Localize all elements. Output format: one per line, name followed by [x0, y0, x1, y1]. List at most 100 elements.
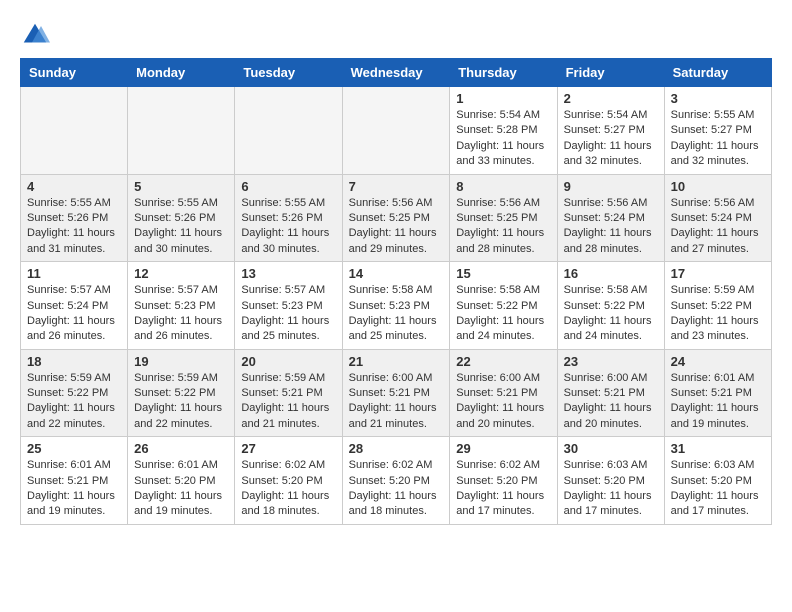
calendar-cell: 17 Sunrise: 5:59 AM Sunset: 5:22 PM Dayli…: [664, 262, 771, 350]
day-number: 10: [671, 179, 765, 194]
calendar-header-sunday: Sunday: [21, 59, 128, 87]
logo: [20, 20, 54, 50]
day-number: 24: [671, 354, 765, 369]
day-number: 4: [27, 179, 121, 194]
calendar-header-friday: Friday: [557, 59, 664, 87]
calendar-cell: 18Sunrise: 5:59 AM Sunset: 5:22 PM Dayli…: [21, 349, 128, 437]
calendar-week-row: 18 Sunrise: 5:59 AM Sunset: 5:22 PM Dayli…: [21, 349, 772, 437]
calendar-cell: 31 Sunrise: 6:03 AM Sunset: 5:20 PM Dayli…: [664, 437, 771, 525]
day-number: 12: [134, 266, 228, 281]
day-info: Sunrise: 5:59 AM Sunset: 5:22 PM Dayligh…: [671, 283, 765, 345]
calendar-cell: 30Sunrise: 6:03 AM Sunset: 5:20 PM Dayli…: [557, 437, 664, 525]
calendar-week-row: 1 Sunrise: 5:54 AM Sunset: 5:28 PM Daylig…: [21, 87, 772, 175]
day-info: Sunrise: 6:03 AM Sunset: 5:20 PM Dayligh…: [671, 458, 765, 520]
calendar-cell: 8 Sunrise: 5:56 AM Sunset: 5:25 PM Daylig…: [450, 174, 557, 262]
day-info: Sunrise: 5:57 AM Sunset: 5:24 PM Dayligh…: [27, 283, 121, 345]
day-number: 14: [349, 266, 444, 281]
calendar-cell: 21Sunrise: 6:00 AM Sunset: 5:21 PM Dayli…: [342, 349, 450, 437]
day-info: Sunrise: 5:56 AM Sunset: 5:25 PM Dayligh…: [349, 196, 444, 258]
calendar-cell: 2 Sunrise: 5:54 AM Sunset: 5:27 PM Daylig…: [557, 87, 664, 175]
calendar-cell: 26Sunrise: 6:01 AM Sunset: 5:20 PM Dayli…: [128, 437, 235, 525]
day-info: Sunrise: 5:55 AM Sunset: 5:26 PM Dayligh…: [134, 196, 228, 258]
calendar-cell: 13Sunrise: 5:57 AM Sunset: 5:23 PM Dayli…: [235, 262, 342, 350]
day-info: Sunrise: 5:54 AM Sunset: 5:27 PM Dayligh…: [564, 108, 658, 170]
day-number: 28: [349, 441, 444, 456]
day-number: 11: [27, 266, 121, 281]
calendar-cell: 19 Sunrise: 5:59 AM Sunset: 5:22 PM Dayli…: [128, 349, 235, 437]
calendar-cell: 29 Sunrise: 6:02 AM Sunset: 5:20 PM Dayli…: [450, 437, 557, 525]
day-number: 17: [671, 266, 765, 281]
day-info: Sunrise: 5:56 AM Sunset: 5:25 PM Dayligh…: [456, 196, 550, 258]
day-info: Sunrise: 6:00 AM Sunset: 5:21 PM Dayligh…: [349, 371, 444, 433]
logo-icon: [20, 20, 50, 50]
calendar-cell: 23Sunrise: 6:00 AM Sunset: 5:21 PM Dayli…: [557, 349, 664, 437]
day-info: Sunrise: 6:03 AM Sunset: 5:20 PM Dayligh…: [564, 458, 658, 520]
day-info: Sunrise: 6:01 AM Sunset: 5:20 PM Dayligh…: [134, 458, 228, 520]
calendar-cell: 9 Sunrise: 5:56 AM Sunset: 5:24 PM Daylig…: [557, 174, 664, 262]
calendar-cell: 12 Sunrise: 5:57 AM Sunset: 5:23 PM Dayli…: [128, 262, 235, 350]
day-info: Sunrise: 5:58 AM Sunset: 5:22 PM Dayligh…: [456, 283, 550, 345]
calendar-cell: 7 Sunrise: 5:56 AM Sunset: 5:25 PM Daylig…: [342, 174, 450, 262]
day-number: 15: [456, 266, 550, 281]
calendar-cell: [21, 87, 128, 175]
day-number: 7: [349, 179, 444, 194]
calendar-week-row: 4 Sunrise: 5:55 AM Sunset: 5:26 PM Daylig…: [21, 174, 772, 262]
calendar-cell: 20 Sunrise: 5:59 AM Sunset: 5:21 PM Dayli…: [235, 349, 342, 437]
day-info: Sunrise: 5:58 AM Sunset: 5:22 PM Dayligh…: [564, 283, 658, 345]
day-info: Sunrise: 6:02 AM Sunset: 5:20 PM Dayligh…: [241, 458, 335, 520]
day-number: 29: [456, 441, 550, 456]
calendar-cell: 25 Sunrise: 6:01 AM Sunset: 5:21 PM Dayli…: [21, 437, 128, 525]
calendar-week-row: 11 Sunrise: 5:57 AM Sunset: 5:24 PM Dayli…: [21, 262, 772, 350]
calendar-header-tuesday: Tuesday: [235, 59, 342, 87]
day-info: Sunrise: 5:57 AM Sunset: 5:23 PM Dayligh…: [241, 283, 335, 345]
day-info: Sunrise: 6:00 AM Sunset: 5:21 PM Dayligh…: [456, 371, 550, 433]
calendar-cell: 22 Sunrise: 6:00 AM Sunset: 5:21 PM Dayli…: [450, 349, 557, 437]
day-number: 23: [564, 354, 658, 369]
day-info: Sunrise: 5:59 AM Sunset: 5:22 PM Dayligh…: [134, 371, 228, 433]
day-number: 9: [564, 179, 658, 194]
day-info: Sunrise: 5:56 AM Sunset: 5:24 PM Dayligh…: [564, 196, 658, 258]
calendar-cell: [235, 87, 342, 175]
calendar-cell: 1 Sunrise: 5:54 AM Sunset: 5:28 PM Daylig…: [450, 87, 557, 175]
calendar-cell: 5Sunrise: 5:55 AM Sunset: 5:26 PM Daylig…: [128, 174, 235, 262]
calendar-week-row: 25 Sunrise: 6:01 AM Sunset: 5:21 PM Dayli…: [21, 437, 772, 525]
day-info: Sunrise: 5:56 AM Sunset: 5:24 PM Dayligh…: [671, 196, 765, 258]
calendar-cell: 24 Sunrise: 6:01 AM Sunset: 5:21 PM Dayli…: [664, 349, 771, 437]
calendar-table: SundayMondayTuesdayWednesdayThursdayFrid…: [20, 58, 772, 525]
day-number: 25: [27, 441, 121, 456]
calendar-header-wednesday: Wednesday: [342, 59, 450, 87]
calendar-cell: 15 Sunrise: 5:58 AM Sunset: 5:22 PM Dayli…: [450, 262, 557, 350]
day-info: Sunrise: 6:02 AM Sunset: 5:20 PM Dayligh…: [349, 458, 444, 520]
day-number: 27: [241, 441, 335, 456]
day-number: 18: [27, 354, 121, 369]
calendar-cell: [342, 87, 450, 175]
day-info: Sunrise: 6:01 AM Sunset: 5:21 PM Dayligh…: [671, 371, 765, 433]
day-number: 20: [241, 354, 335, 369]
calendar-header-thursday: Thursday: [450, 59, 557, 87]
calendar-header-saturday: Saturday: [664, 59, 771, 87]
day-number: 6: [241, 179, 335, 194]
day-number: 22: [456, 354, 550, 369]
calendar-cell: 27 Sunrise: 6:02 AM Sunset: 5:20 PM Dayli…: [235, 437, 342, 525]
calendar-header-row: SundayMondayTuesdayWednesdayThursdayFrid…: [21, 59, 772, 87]
day-number: 1: [456, 91, 550, 106]
day-number: 2: [564, 91, 658, 106]
day-info: Sunrise: 6:02 AM Sunset: 5:20 PM Dayligh…: [456, 458, 550, 520]
day-info: Sunrise: 5:55 AM Sunset: 5:27 PM Dayligh…: [671, 108, 765, 170]
day-info: Sunrise: 5:57 AM Sunset: 5:23 PM Dayligh…: [134, 283, 228, 345]
calendar-cell: 6 Sunrise: 5:55 AM Sunset: 5:26 PM Daylig…: [235, 174, 342, 262]
calendar-cell: 11 Sunrise: 5:57 AM Sunset: 5:24 PM Dayli…: [21, 262, 128, 350]
day-info: Sunrise: 5:54 AM Sunset: 5:28 PM Dayligh…: [456, 108, 550, 170]
day-number: 8: [456, 179, 550, 194]
day-info: Sunrise: 5:55 AM Sunset: 5:26 PM Dayligh…: [241, 196, 335, 258]
page-header: [20, 20, 772, 50]
day-number: 19: [134, 354, 228, 369]
day-info: Sunrise: 6:01 AM Sunset: 5:21 PM Dayligh…: [27, 458, 121, 520]
calendar-cell: 10 Sunrise: 5:56 AM Sunset: 5:24 PM Dayli…: [664, 174, 771, 262]
day-info: Sunrise: 5:55 AM Sunset: 5:26 PM Dayligh…: [27, 196, 121, 258]
calendar-cell: 28 Sunrise: 6:02 AM Sunset: 5:20 PM Dayli…: [342, 437, 450, 525]
day-number: 31: [671, 441, 765, 456]
calendar-cell: 4 Sunrise: 5:55 AM Sunset: 5:26 PM Daylig…: [21, 174, 128, 262]
day-info: Sunrise: 5:59 AM Sunset: 5:21 PM Dayligh…: [241, 371, 335, 433]
calendar-cell: [128, 87, 235, 175]
